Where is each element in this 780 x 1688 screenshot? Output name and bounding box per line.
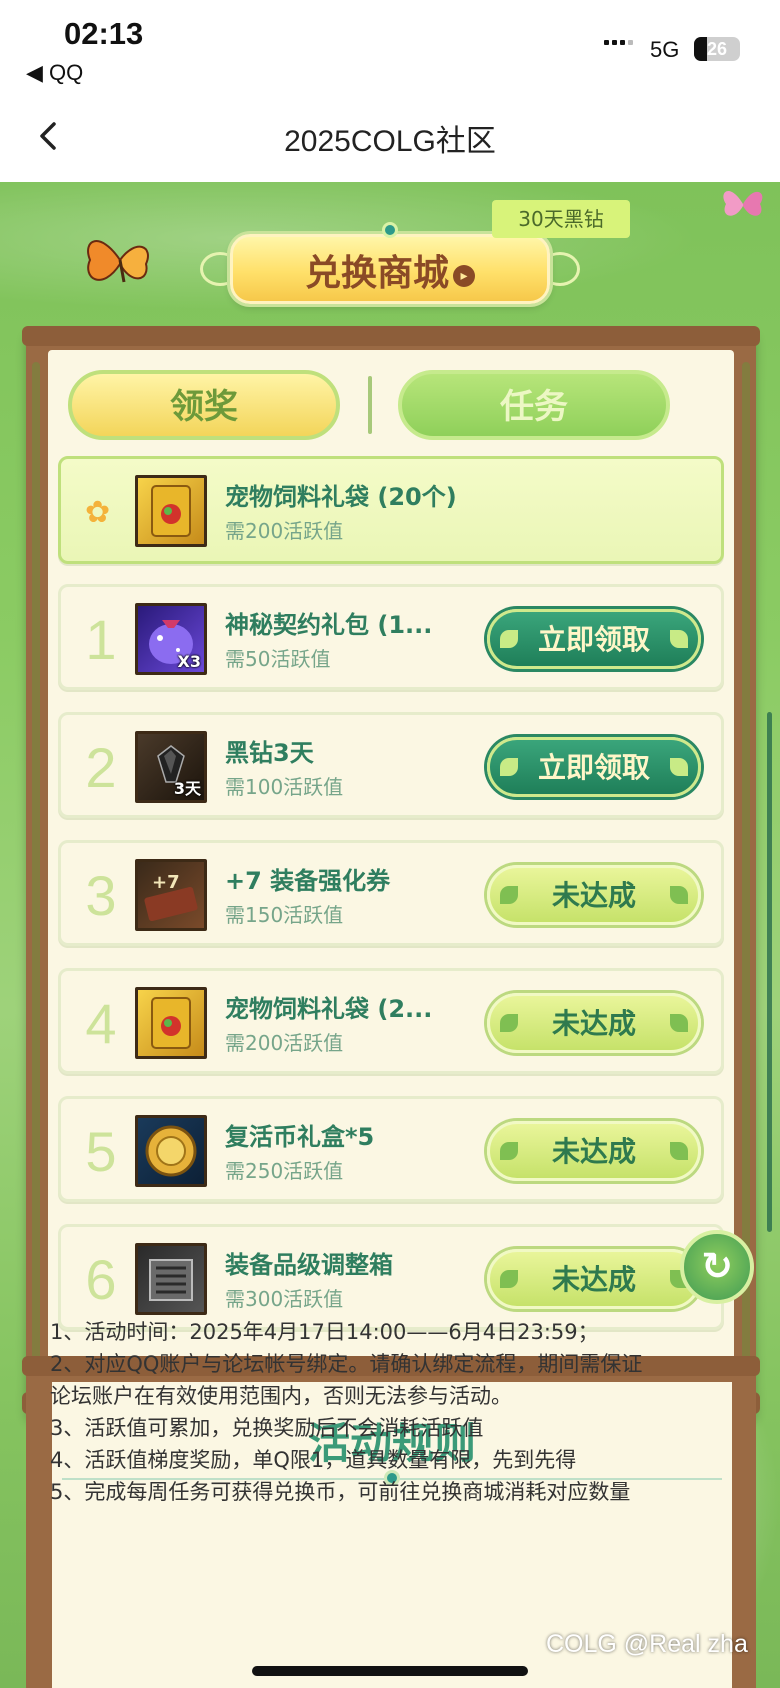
butterfly-icon	[87, 240, 149, 283]
reward-row: 4 宠物饲料礼袋 (2... 需200活跃值 未达成	[58, 968, 724, 1074]
refresh-button[interactable]: ↻	[680, 1230, 754, 1304]
scrollbar[interactable]	[767, 712, 772, 1232]
tab-claim[interactable]: 领奖	[68, 370, 340, 440]
item-requirement: 需250活跃值	[225, 1159, 344, 1183]
reward-row: 3 +7 +7 装备强化券 需150活跃值 未达成	[58, 840, 724, 946]
vine-decoration	[32, 362, 40, 1362]
item-name: 宠物饲料礼袋 (20个)	[225, 483, 457, 511]
not-achieved-button[interactable]: 未达成	[487, 1249, 701, 1309]
enhance-ticket-icon: +7	[135, 859, 207, 931]
not-achieved-button[interactable]: 未达成	[487, 993, 701, 1053]
butterfly-icon	[723, 190, 763, 216]
battery-level: 26	[706, 39, 728, 59]
signal-icon	[604, 40, 633, 45]
item-name: 宠物饲料礼袋 (2...	[225, 995, 433, 1023]
pet-food-bag-icon	[135, 475, 207, 547]
home-indicator[interactable]	[252, 1666, 528, 1676]
revive-coin-icon	[135, 1115, 207, 1187]
item-requirement: 需200活跃值	[225, 519, 344, 543]
reward-row: 6 装备品级调整箱 需300活跃值 未达成	[58, 1224, 724, 1330]
mystery-contract-bag-icon: X3	[135, 603, 207, 675]
claim-now-button[interactable]: 立即领取	[487, 609, 701, 669]
watermark: COLG @Real zha	[546, 1630, 748, 1658]
rules-text: 1、活动时间：2025年4月17日14:00——6月4日23:59； 2、对应Q…	[50, 1316, 710, 1508]
vine-decoration	[742, 362, 750, 1362]
rule-line: 2、对应QQ账户与论坛帐号绑定。请确认绑定流程，期间需保证	[50, 1352, 643, 1376]
item-name: 复活币礼盒*5	[225, 1123, 375, 1151]
item-requirement: 需150活跃值	[225, 903, 344, 927]
gem-icon	[382, 222, 398, 238]
rule-line: 3、活跃值可累加，兑换奖励后不会消耗活跃值	[50, 1416, 484, 1440]
rule-line: 4、活跃值梯度奖励，单Q限1，道具数量有限，先到先得	[50, 1448, 577, 1472]
rank-number: 2	[85, 736, 117, 799]
item-name: 神秘契约礼包 (1...	[225, 611, 433, 639]
tab-divider	[368, 376, 372, 434]
board-top-beam	[22, 326, 760, 346]
nav-bar: 2025COLG社区	[0, 92, 780, 182]
rank-number: 4	[85, 992, 117, 1055]
svg-text:+7: +7	[152, 872, 180, 893]
item-quantity: X3	[177, 652, 201, 671]
reward-board: 领奖 任务 ✿ 宠物饲料礼袋 (20个) 需200活跃值 1 X3 神秘契约礼包…	[22, 326, 760, 1418]
tab-bar: 领奖 任务	[68, 370, 714, 444]
rule-line: 5、完成每周任务可获得兑换币，可前往兑换商城消耗对应数量	[50, 1480, 631, 1504]
network-type: 5G	[650, 37, 680, 62]
flower-icon: ✿	[85, 495, 111, 530]
black-diamond-icon: 3天	[135, 731, 207, 803]
refresh-icon: ↻	[701, 1244, 733, 1288]
claim-now-button[interactable]: 立即领取	[487, 737, 701, 797]
arrow-right-icon: ▸	[453, 265, 475, 287]
battery-icon: 26	[694, 37, 740, 61]
exchange-mall-label: 兑换商城 ▸	[200, 244, 580, 296]
back-to-app-link[interactable]: ◀ QQ	[26, 60, 83, 86]
item-requirement: 需100活跃值	[225, 775, 344, 799]
item-name: 装备品级调整箱	[225, 1251, 393, 1279]
rank-number: 3	[85, 864, 117, 927]
not-achieved-button[interactable]: 未达成	[487, 865, 701, 925]
item-requirement: 需200活跃值	[225, 1031, 344, 1055]
tab-task[interactable]: 任务	[398, 370, 670, 440]
pinned-reward-row: ✿ 宠物饲料礼袋 (20个) 需200活跃值	[58, 456, 724, 564]
reward-list: ✿ 宠物饲料礼袋 (20个) 需200活跃值 1 X3 神秘契约礼包 (1...	[58, 456, 724, 1396]
reward-row: 5 复活币礼盒*5 需250活跃值 未达成	[58, 1096, 724, 1202]
status-bar: 02:13 ◀ QQ 5G 26	[0, 0, 780, 92]
black-diamond-tag: 30天黑钻	[492, 200, 630, 238]
item-requirement: 需300活跃值	[225, 1287, 344, 1311]
grade-adjust-box-icon	[135, 1243, 207, 1315]
item-name: +7 装备强化券	[225, 867, 391, 895]
item-quantity: 3天	[173, 779, 201, 798]
rule-line: 1、活动时间：2025年4月17日14:00——6月4日23:59；	[50, 1320, 599, 1344]
page-title: 2025COLG社区	[284, 125, 496, 158]
board-panel: 领奖 任务 ✿ 宠物饲料礼袋 (20个) 需200活跃值 1 X3 神秘契约礼包…	[48, 350, 734, 1402]
rank-number: 6	[85, 1248, 117, 1311]
rank-number: 5	[85, 1120, 117, 1183]
pet-food-bag-icon	[135, 987, 207, 1059]
rule-line: 论坛账户在有效使用范围内，否则无法参与活动。	[50, 1384, 512, 1408]
not-achieved-button[interactable]: 未达成	[487, 1121, 701, 1181]
status-time: 02:13	[64, 16, 144, 51]
item-name: 黑钻3天	[225, 739, 314, 767]
reward-row: 2 3天 黑钻3天 需100活跃值 立即领取	[58, 712, 724, 818]
reward-row: 1 X3 神秘契约礼包 (1... 需50活跃值 立即领取	[58, 584, 724, 690]
item-requirement: 需50活跃值	[225, 647, 331, 671]
rank-number: 1	[85, 608, 117, 671]
